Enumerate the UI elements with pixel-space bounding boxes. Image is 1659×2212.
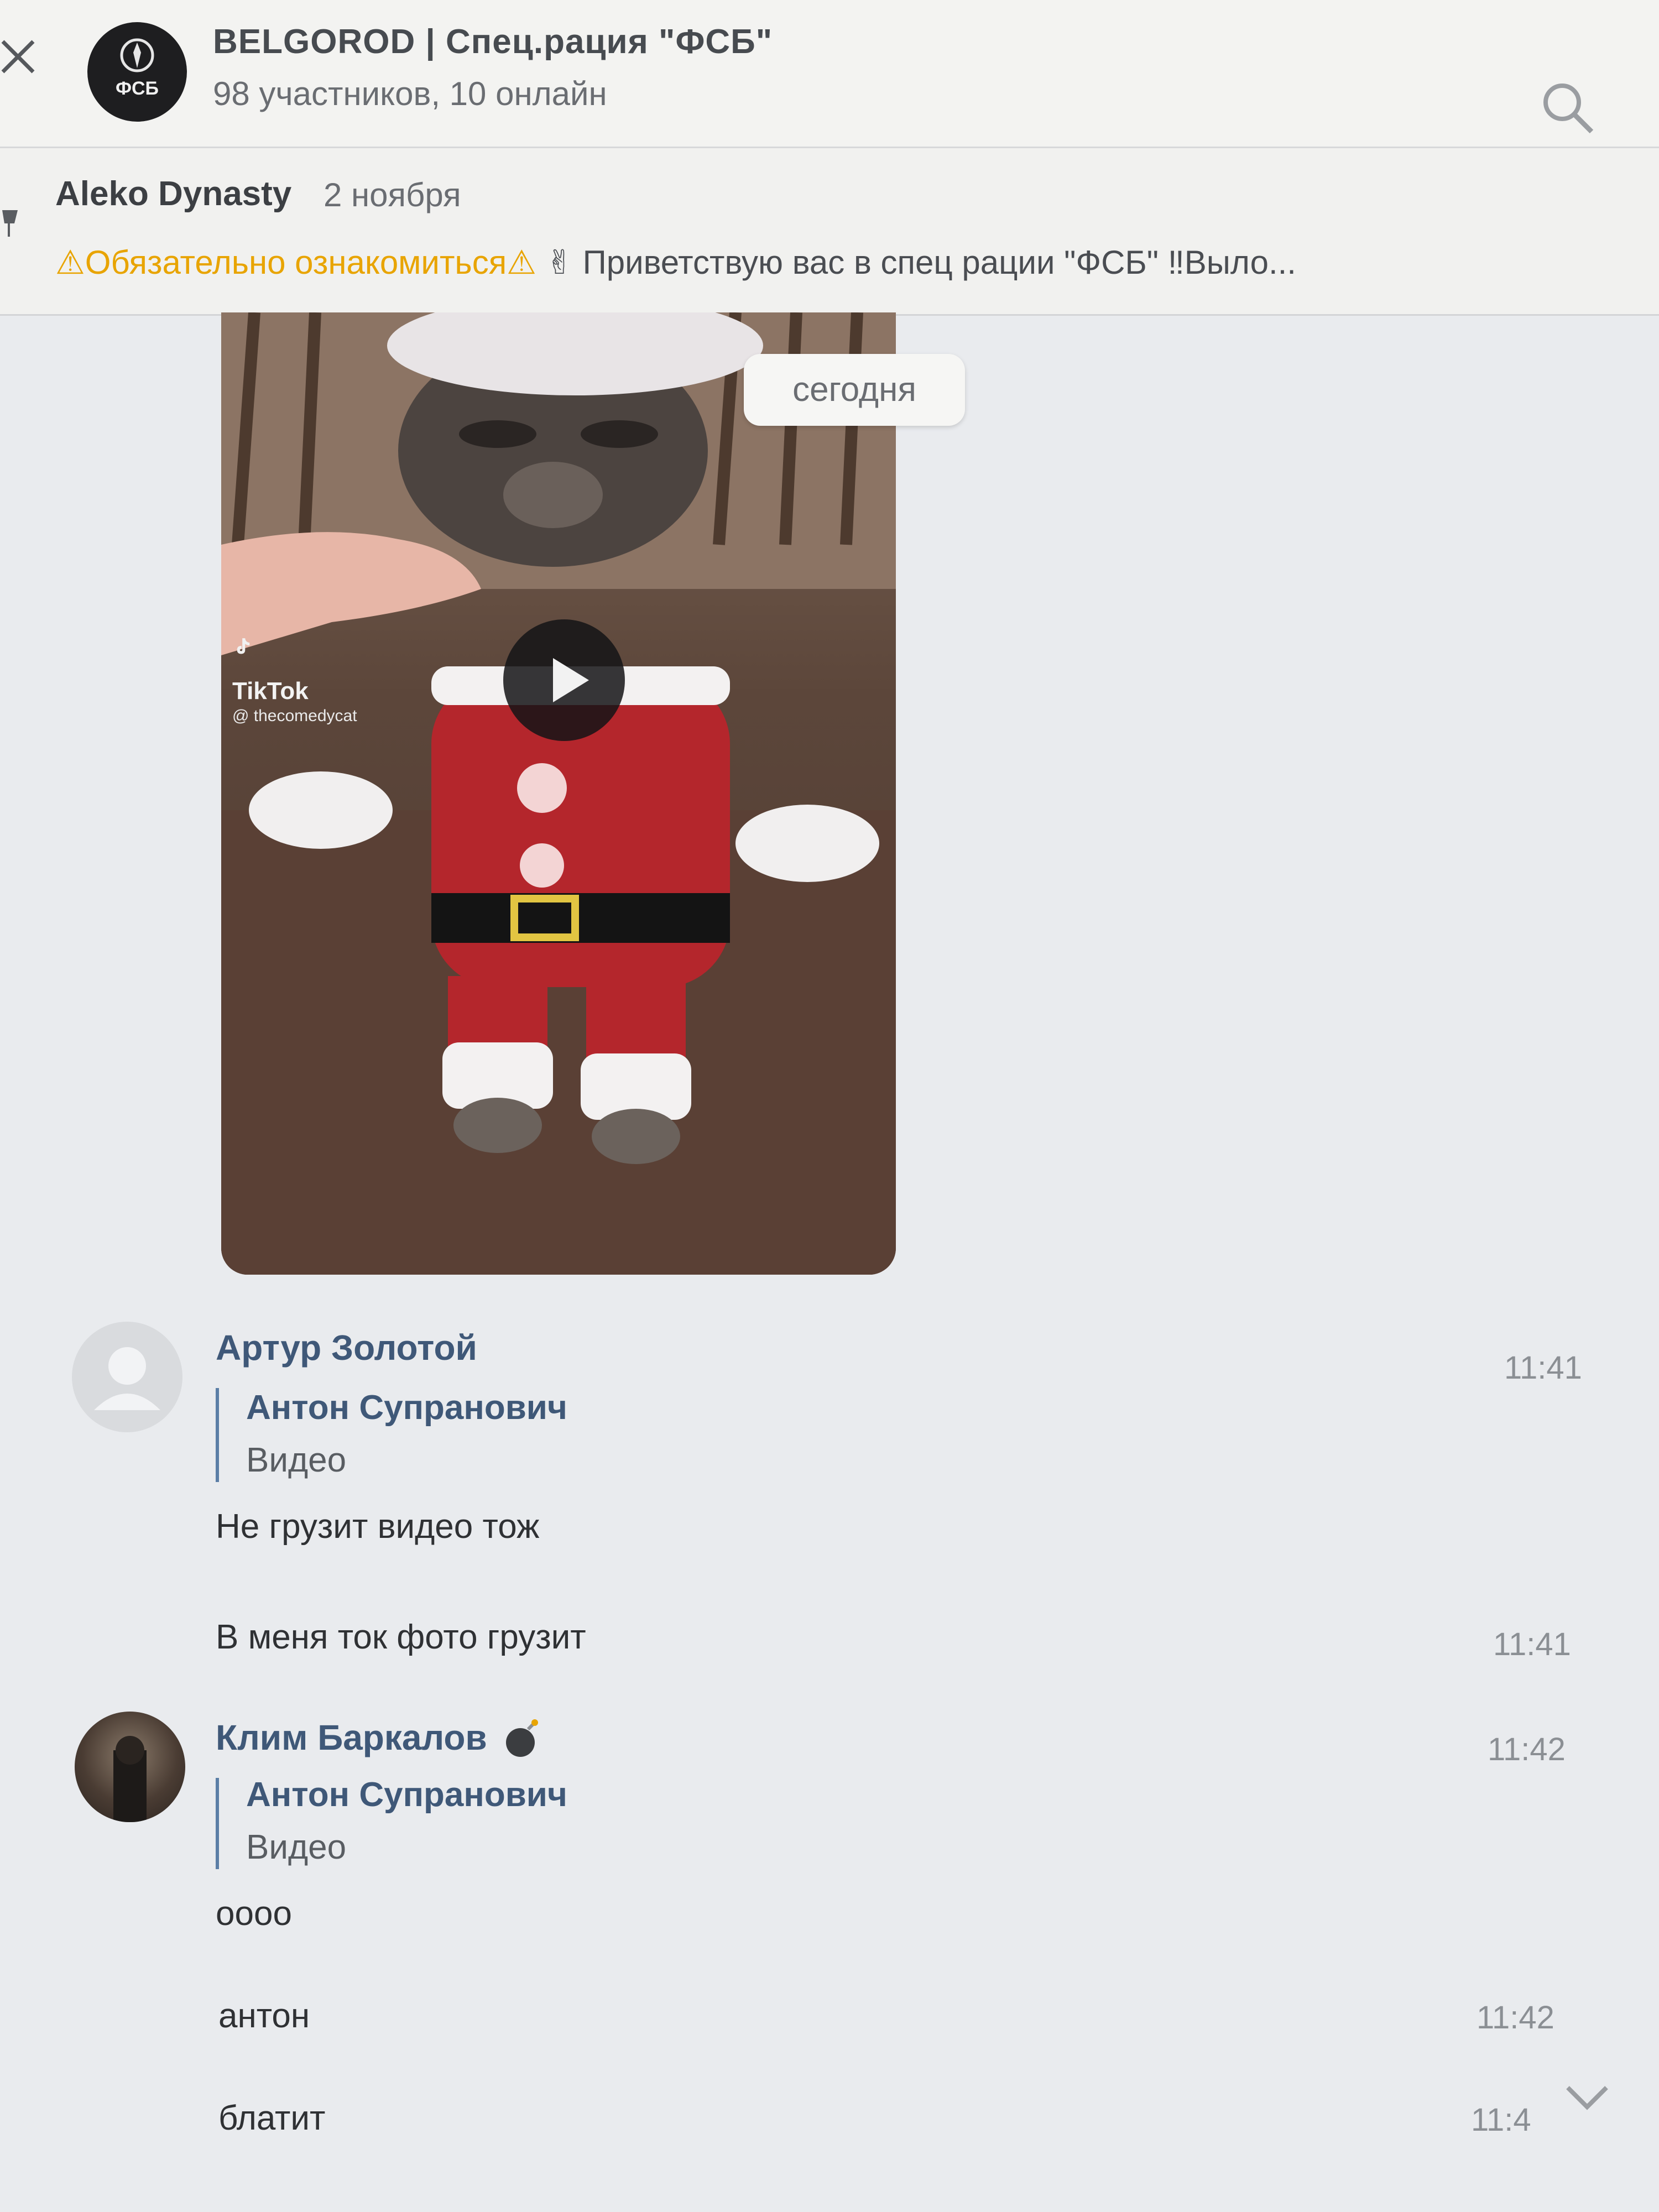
pinned-message[interactable] — [0, 148, 1659, 316]
message-text: антон — [218, 1997, 310, 2035]
tiktok-logo-icon — [237, 638, 250, 654]
message-time: 11:41 — [1493, 1626, 1571, 1662]
chat-header: ФСБ BELGOROD | Спец.рация "ФСБ" 98 участ… — [0, 0, 1659, 148]
reply-text[interactable]: Видео — [246, 1441, 346, 1480]
reply-author[interactable]: Антон Супранович — [246, 1775, 567, 1814]
chat-title[interactable]: BELGOROD | Спец.рация "ФСБ" — [213, 22, 773, 61]
user-photo — [113, 1736, 147, 1822]
search-icon[interactable] — [1537, 77, 1598, 138]
message-text: Не грузит видео тож — [216, 1507, 540, 1546]
chat-member-count[interactable]: 98 участников, 10 онлайн — [213, 75, 607, 113]
message-time: 11:41 — [1504, 1350, 1582, 1386]
reply-text[interactable]: Видео — [246, 1828, 346, 1867]
message-text: блатит — [218, 2099, 326, 2137]
chevron-down-icon[interactable] — [1559, 2079, 1615, 2118]
reply-quote-bar — [216, 1388, 219, 1482]
avatar-label: ФСБ — [115, 77, 159, 99]
pinned-date: 2 ноября — [324, 176, 461, 213]
pinned-text-part2: ✌ Приветствую вас в спец рации "ФСБ" ‼Вы… — [536, 244, 1296, 281]
video-thumbnail — [221, 312, 896, 1275]
pin-icon — [2, 210, 18, 237]
message-author[interactable]: Артур Золотой — [216, 1327, 477, 1368]
close-icon[interactable] — [0, 39, 39, 77]
pinned-text: ⚠Обязательно ознакомиться⚠ ✌ Приветствую… — [55, 243, 1648, 282]
emblem-icon — [120, 38, 154, 72]
pinned-author: Aleko Dynasty — [55, 175, 292, 213]
reply-author[interactable]: Антон Супранович — [246, 1388, 567, 1427]
tiktok-watermark: TikTok — [232, 677, 309, 705]
pinned-text-part1: ⚠Обязательно ознакомиться⚠ — [55, 244, 536, 281]
avatar[interactable] — [72, 1322, 182, 1432]
chat-avatar[interactable]: ФСБ — [87, 22, 187, 122]
date-badge: сегодня — [744, 354, 965, 426]
message-time: 11:42 — [1477, 2000, 1554, 2036]
message-text: В меня ток фото грузит — [216, 1618, 586, 1656]
message-time: 11:42 — [1488, 1731, 1566, 1767]
tiktok-handle: @ thecomedycat — [232, 707, 357, 725]
message-author[interactable]: Клим Баркалов — [216, 1717, 487, 1758]
avatar[interactable] — [75, 1712, 185, 1822]
user-placeholder-icon — [94, 1347, 160, 1410]
bomb-icon — [506, 1719, 538, 1757]
message-time: 11:4 — [1471, 2102, 1531, 2138]
play-icon — [553, 658, 589, 702]
reply-quote-bar — [216, 1778, 219, 1869]
video-attachment[interactable] — [221, 312, 896, 1275]
message-text: оооо — [216, 1895, 292, 1933]
play-button[interactable] — [503, 619, 625, 741]
